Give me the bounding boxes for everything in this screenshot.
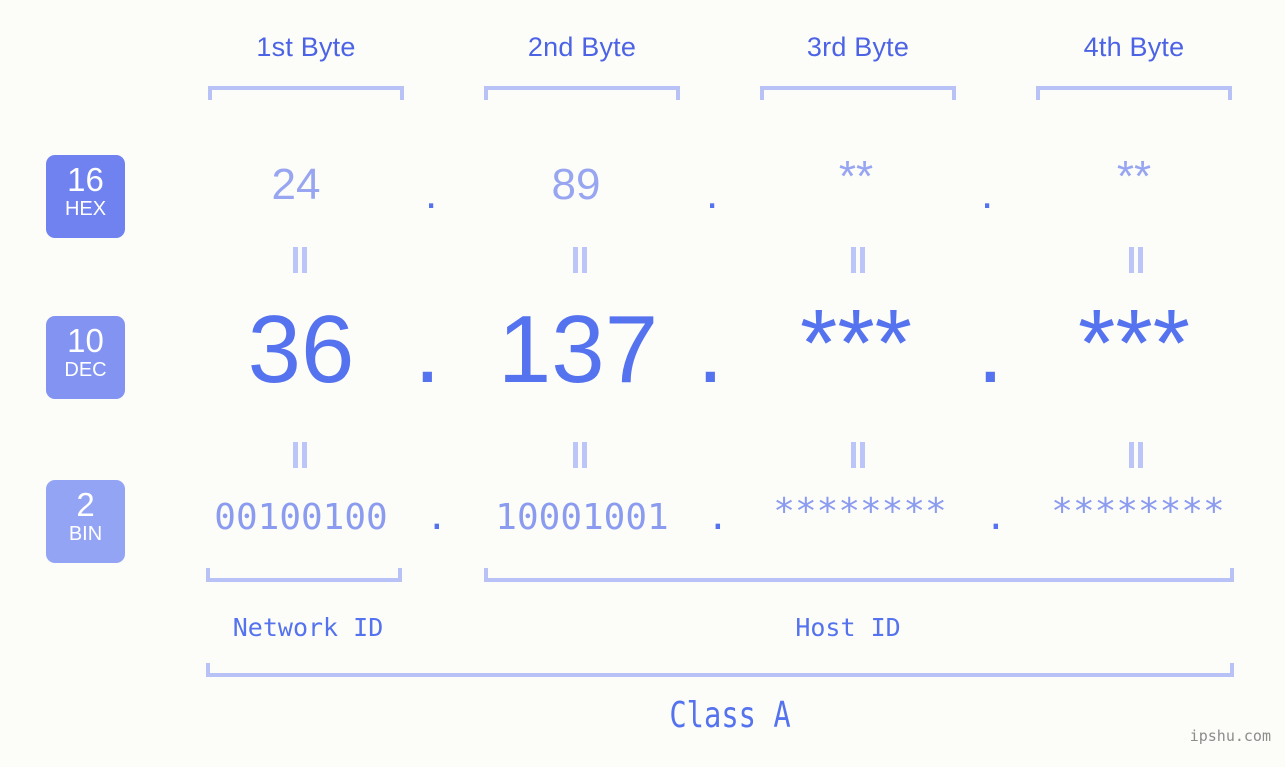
network-id-bracket — [206, 568, 402, 582]
byte-header-label-4: 4th Byte — [1083, 32, 1185, 62]
hex-octet-3: ** — [838, 152, 874, 201]
dec-octet-1: 36 — [247, 296, 355, 403]
site-watermark: ipshu.com — [1189, 727, 1271, 745]
equals-mark-hex-dec-4 — [1127, 247, 1145, 273]
byte-bracket-1 — [208, 86, 404, 100]
bin-octet-4: ******** — [1051, 491, 1225, 532]
dec-octet-2: 137 — [497, 296, 659, 403]
hex-separator-3: . — [981, 169, 994, 218]
byte-header-label-1: 1st Byte — [256, 32, 356, 62]
hex-separator-2: . — [706, 169, 719, 218]
base-badge-bin-number: 2 — [76, 486, 95, 523]
equals-mark-hex-dec-2 — [571, 247, 589, 273]
bin-separator-1: . — [426, 497, 448, 538]
base-badge-hex-name: HEX — [64, 198, 107, 220]
base-badge-dec-number: 10 — [67, 322, 104, 359]
equals-mark-dec-bin-4 — [1127, 442, 1145, 468]
dec-octet-4: *** — [1077, 290, 1191, 397]
byte-bracket-4 — [1036, 86, 1232, 100]
byte-header-label-3: 3rd Byte — [806, 32, 910, 62]
equals-mark-dec-bin-2 — [571, 442, 589, 468]
class-bracket — [206, 663, 1234, 677]
bin-octet-3: ******** — [773, 491, 947, 532]
class-label: Class A — [669, 695, 791, 736]
dec-octet-3: *** — [799, 290, 913, 397]
byte-header-label-2: 2nd Byte — [527, 32, 637, 62]
equals-mark-dec-bin-1 — [291, 442, 309, 468]
ip-address-breakdown-diagram: 1st Byte 2nd Byte 3rd Byte 4th Byte 16 H… — [0, 0, 1285, 767]
byte-bracket-3 — [760, 86, 956, 100]
byte-bracket-2 — [484, 86, 680, 100]
base-badge-bin-name: BIN — [68, 523, 103, 545]
host-id-label: Host ID — [795, 613, 901, 642]
equals-mark-dec-bin-3 — [849, 442, 867, 468]
base-badge-dec-name: DEC — [64, 359, 107, 381]
base-badge-hex: 16 HEX — [46, 155, 125, 238]
host-id-bracket — [484, 568, 1234, 582]
base-badge-dec: 10 DEC — [46, 316, 125, 399]
equals-mark-hex-dec-3 — [849, 247, 867, 273]
dec-separator-3: . — [977, 296, 1004, 403]
network-id-label: Network ID — [232, 613, 384, 642]
base-badge-hex-number: 16 — [67, 161, 104, 198]
hex-octet-4: ** — [1116, 152, 1152, 201]
bin-separator-2: . — [707, 497, 729, 538]
bin-separator-3: . — [985, 497, 1007, 538]
hex-octet-1: 24 — [271, 160, 321, 209]
dec-separator-2: . — [697, 296, 724, 403]
bin-octet-1: 00100100 — [214, 497, 388, 538]
hex-separator-1: . — [425, 169, 438, 218]
base-badge-bin: 2 BIN — [46, 480, 125, 563]
bin-octet-2: 10001001 — [495, 497, 669, 538]
equals-mark-hex-dec-1 — [291, 247, 309, 273]
hex-octet-2: 89 — [551, 160, 601, 209]
dec-separator-1: . — [414, 296, 441, 403]
